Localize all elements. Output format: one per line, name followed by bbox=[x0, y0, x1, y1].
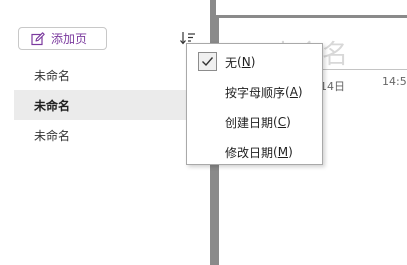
page-item-label: 未命名 bbox=[34, 128, 71, 143]
sort-menu-item-created-date[interactable]: 创建日期(C) bbox=[187, 107, 322, 137]
page-time: 14:50 bbox=[382, 75, 407, 88]
menu-item-label: 修改日期 bbox=[225, 145, 274, 160]
page-list-panel: 添加页 未命名 未命名 未命名 bbox=[0, 0, 211, 265]
page-item-label: 未命名 bbox=[34, 68, 71, 83]
page-list-item[interactable]: 未命名 bbox=[14, 60, 210, 90]
page-date: 14日 bbox=[320, 80, 345, 93]
add-page-button[interactable]: 添加页 bbox=[18, 27, 107, 50]
menu-item-label: 无 bbox=[225, 55, 238, 70]
menu-check-box bbox=[198, 52, 217, 71]
page-frame-top bbox=[216, 15, 407, 18]
page-list-item[interactable]: 未命名 bbox=[14, 120, 210, 150]
page-list-item-selected[interactable]: 未命名 bbox=[14, 90, 210, 120]
access-key: N bbox=[241, 55, 251, 69]
menu-item-label: 创建日期 bbox=[225, 115, 274, 130]
page-list: 未命名 未命名 未命名 bbox=[14, 60, 210, 150]
onenote-app: 添加页 未命名 未命名 未命名 14日 14:5 无 (N) 按字母顺序 (… bbox=[0, 0, 407, 265]
page-item-label: 未命名 bbox=[34, 98, 71, 113]
sort-menu: 无(N) 按字母顺序(A) 创建日期(C) 修改日期(M) bbox=[186, 43, 323, 165]
sort-menu-item-alphabetical[interactable]: 按字母顺序(A) bbox=[187, 77, 322, 107]
menu-item-label: 按字母顺序 bbox=[225, 85, 286, 100]
add-page-label: 添加页 bbox=[51, 31, 88, 46]
sort-menu-item-modified-date[interactable]: 修改日期(M) bbox=[187, 137, 322, 167]
edit-page-icon bbox=[31, 31, 45, 46]
access-key: A bbox=[289, 85, 298, 99]
sort-menu-item-none[interactable]: 无(N) bbox=[187, 47, 322, 77]
access-key: C bbox=[277, 115, 287, 129]
access-key: M bbox=[277, 145, 289, 159]
